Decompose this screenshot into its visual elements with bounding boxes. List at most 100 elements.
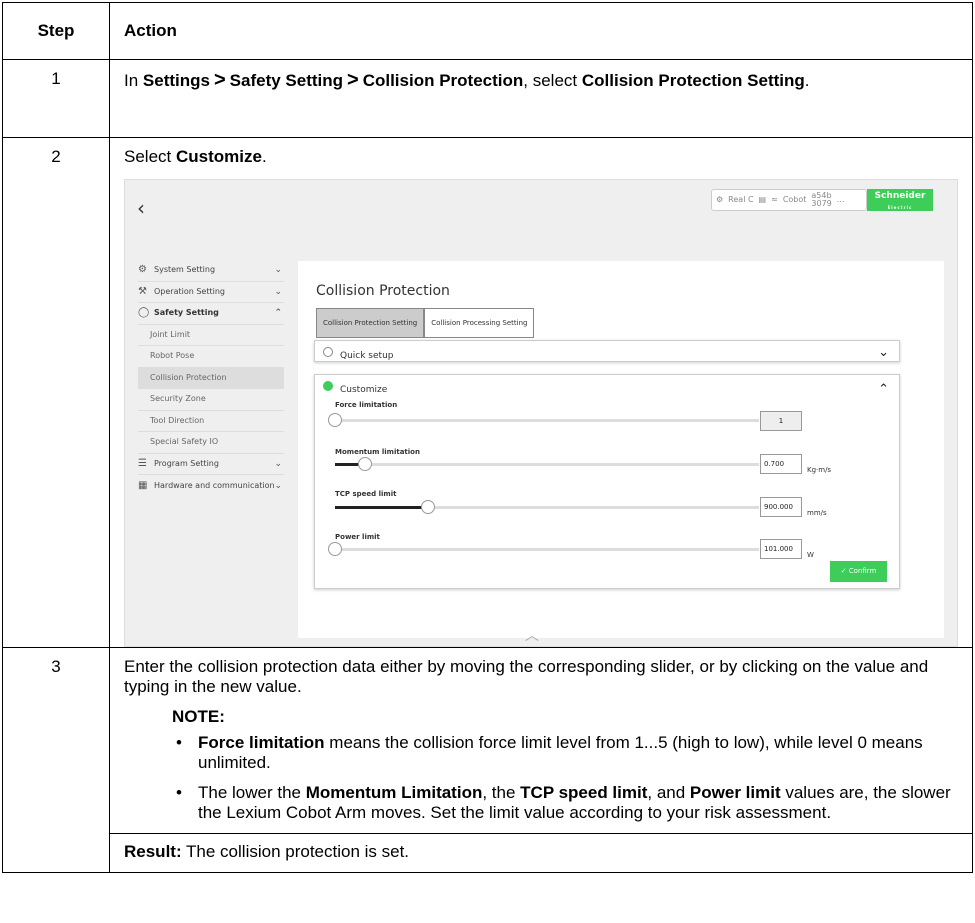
- step-action: Enter the collision protection data eith…: [109, 647, 973, 873]
- back-icon[interactable]: ‹: [137, 198, 145, 218]
- header-row: Step Action: [2, 2, 973, 60]
- step-header: Step: [2, 2, 110, 60]
- menu-settings: Settings: [142, 71, 210, 90]
- tcp-input[interactable]: 900.000: [760, 497, 802, 517]
- force-label: Force limitation: [335, 401, 398, 409]
- tab-collision-processing-setting[interactable]: Collision Processing Setting: [424, 308, 535, 338]
- sidebar-label: Collision Protection: [150, 372, 227, 382]
- note-heading: NOTE:: [172, 707, 225, 726]
- sidebar-label: Operation Setting: [154, 286, 225, 296]
- note-item: Force limitation means the collision for…: [172, 733, 958, 773]
- app-screenshot: ‹ ⚙ Real C ▤ ≈ Cobot a54b 3079 ... Schneid…: [124, 179, 958, 647]
- quick-setup-label: Quick setup: [340, 351, 394, 361]
- sidebar-item-hardware[interactable]: ▦ Hardware and communication ⌄: [138, 475, 284, 497]
- step-row-3: 3 Enter the collision protection data ei…: [2, 647, 973, 873]
- brand-sub: Electric: [887, 205, 913, 210]
- power-slider[interactable]: [328, 542, 759, 556]
- sidebar-item-collision-protection[interactable]: Collision Protection: [138, 367, 284, 389]
- chevron-down-icon: ⌄: [274, 458, 282, 469]
- sidebar: ⚙ System Setting ⌄ ⚒ Operation Setting ⌄ ◯ Sa…: [138, 260, 284, 497]
- main-panel: Collision Protection Collision Protectio…: [298, 261, 944, 638]
- brand-name: Schneider: [874, 191, 926, 201]
- chevron-down-icon: ⌄: [274, 480, 282, 491]
- quick-setup-card[interactable]: Quick setup ⌄: [314, 340, 900, 362]
- tab-collision-protection-setting[interactable]: Collision Protection Setting: [316, 308, 425, 338]
- text: .: [804, 71, 810, 90]
- arrow-separator: >: [347, 69, 359, 91]
- sidebar-label: Robot Pose: [150, 351, 195, 361]
- step-number: 3: [2, 647, 110, 873]
- procedure-table: Step Action 1 In Settings > Safety Setting…: [2, 2, 973, 873]
- arrow-separator: >: [213, 69, 226, 91]
- step-row-1: 1 In Settings > Safety Setting > Collision P…: [2, 59, 973, 138]
- power-unit: W: [807, 551, 814, 559]
- power-input[interactable]: 101.000: [760, 539, 802, 559]
- id-line-2: 3079: [811, 199, 832, 208]
- text: .: [261, 147, 267, 166]
- tcp-label: TCP speed limit: [335, 490, 397, 498]
- sidebar-item-robot-pose[interactable]: Robot Pose: [138, 346, 284, 368]
- customize-label: Customize: [175, 147, 262, 166]
- result-line: Result: The collision protection is set.: [110, 833, 972, 872]
- sidebar-item-tool-direction[interactable]: Tool Direction: [138, 411, 284, 432]
- quick-setup-radio[interactable]: [323, 347, 333, 357]
- action-header: Action: [109, 2, 973, 60]
- sidebar-item-program[interactable]: ☰ Program Setting ⌄: [138, 454, 284, 475]
- page-title: Collision Protection: [316, 283, 450, 299]
- sidebar-item-operation[interactable]: ⚒ Operation Setting ⌄: [138, 282, 284, 303]
- note-item: The lower the Momentum Limitation, the T…: [172, 783, 958, 823]
- text: The lower the: [198, 783, 306, 802]
- sidebar-item-joint-limit[interactable]: Joint Limit: [138, 325, 284, 346]
- momentum-input[interactable]: 0.700: [760, 454, 802, 474]
- text: , the: [482, 783, 521, 802]
- slider-knob[interactable]: [328, 542, 342, 556]
- momentum-slider[interactable]: [335, 457, 759, 471]
- network-icon: ▦: [138, 479, 148, 491]
- step-number: 1: [2, 59, 110, 138]
- note-list: Force limitation means the collision for…: [172, 733, 958, 823]
- shield-icon: ◯: [138, 307, 150, 319]
- text: , select: [523, 71, 582, 90]
- step-row-2: 2 Select Customize. ‹ ⚙ Real C ▤ ≈ Cobot …: [2, 137, 973, 648]
- robot-icon: ⚙: [716, 195, 724, 204]
- momentum-unit: Kg·m/s: [807, 466, 832, 474]
- real-label: Real C: [728, 195, 754, 204]
- gear-icon: ⚙: [138, 264, 147, 276]
- sidebar-item-safety[interactable]: ◯ Safety Setting ⌃: [138, 303, 284, 325]
- confirm-label: Confirm: [848, 567, 877, 575]
- chevron-up-icon[interactable]: ︿: [525, 626, 539, 646]
- slider-knob[interactable]: [328, 413, 342, 427]
- menu-safety-setting: Safety Setting: [229, 71, 344, 90]
- force-value: 1: [760, 411, 802, 431]
- result-text: The collision protection is set.: [181, 842, 410, 861]
- sliders-icon: ☰: [138, 457, 147, 469]
- brand-logo: Schneider Electric: [867, 189, 933, 211]
- sidebar-label: Joint Limit: [150, 329, 191, 339]
- sidebar-item-special-safety-io[interactable]: Special Safety IO: [138, 432, 284, 454]
- status-bar: ⚙ Real C ▤ ≈ Cobot a54b 3079 ...: [711, 189, 867, 211]
- sidebar-label: Security Zone: [150, 394, 206, 404]
- sidebar-label: System Setting: [154, 265, 216, 275]
- sidebar-item-system[interactable]: ⚙ System Setting ⌄: [138, 260, 284, 282]
- customize-radio[interactable]: [323, 381, 333, 391]
- slider-knob[interactable]: [421, 500, 436, 514]
- confirm-button[interactable]: ✓ Confirm: [830, 561, 887, 582]
- chevron-up-icon: ⌃: [274, 308, 282, 319]
- slider-knob[interactable]: [357, 457, 372, 471]
- check-icon: ✓: [840, 567, 847, 575]
- chevron-down-icon[interactable]: ⌄: [878, 343, 889, 363]
- power-label: Power limit: [335, 533, 380, 541]
- chevron-up-icon[interactable]: ⌃: [878, 380, 889, 400]
- tcp-slider[interactable]: [335, 500, 759, 514]
- sidebar-label: Hardware and communication: [154, 480, 275, 490]
- text: Select: [124, 147, 176, 166]
- instruction-text: Enter the collision protection data eith…: [124, 657, 929, 696]
- term: TCP speed limit: [520, 783, 648, 802]
- more-label[interactable]: ...: [837, 190, 845, 210]
- device-id: a54b 3079: [811, 192, 831, 208]
- force-slider[interactable]: [328, 413, 759, 427]
- step-action: In Settings > Safety Setting > Collision Pro…: [109, 59, 973, 138]
- momentum-label: Momentum limitation: [335, 448, 420, 456]
- customize-card: Customize ⌃ Force limitation 1 Momentum …: [314, 374, 900, 589]
- sidebar-item-security-zone[interactable]: Security Zone: [138, 389, 284, 411]
